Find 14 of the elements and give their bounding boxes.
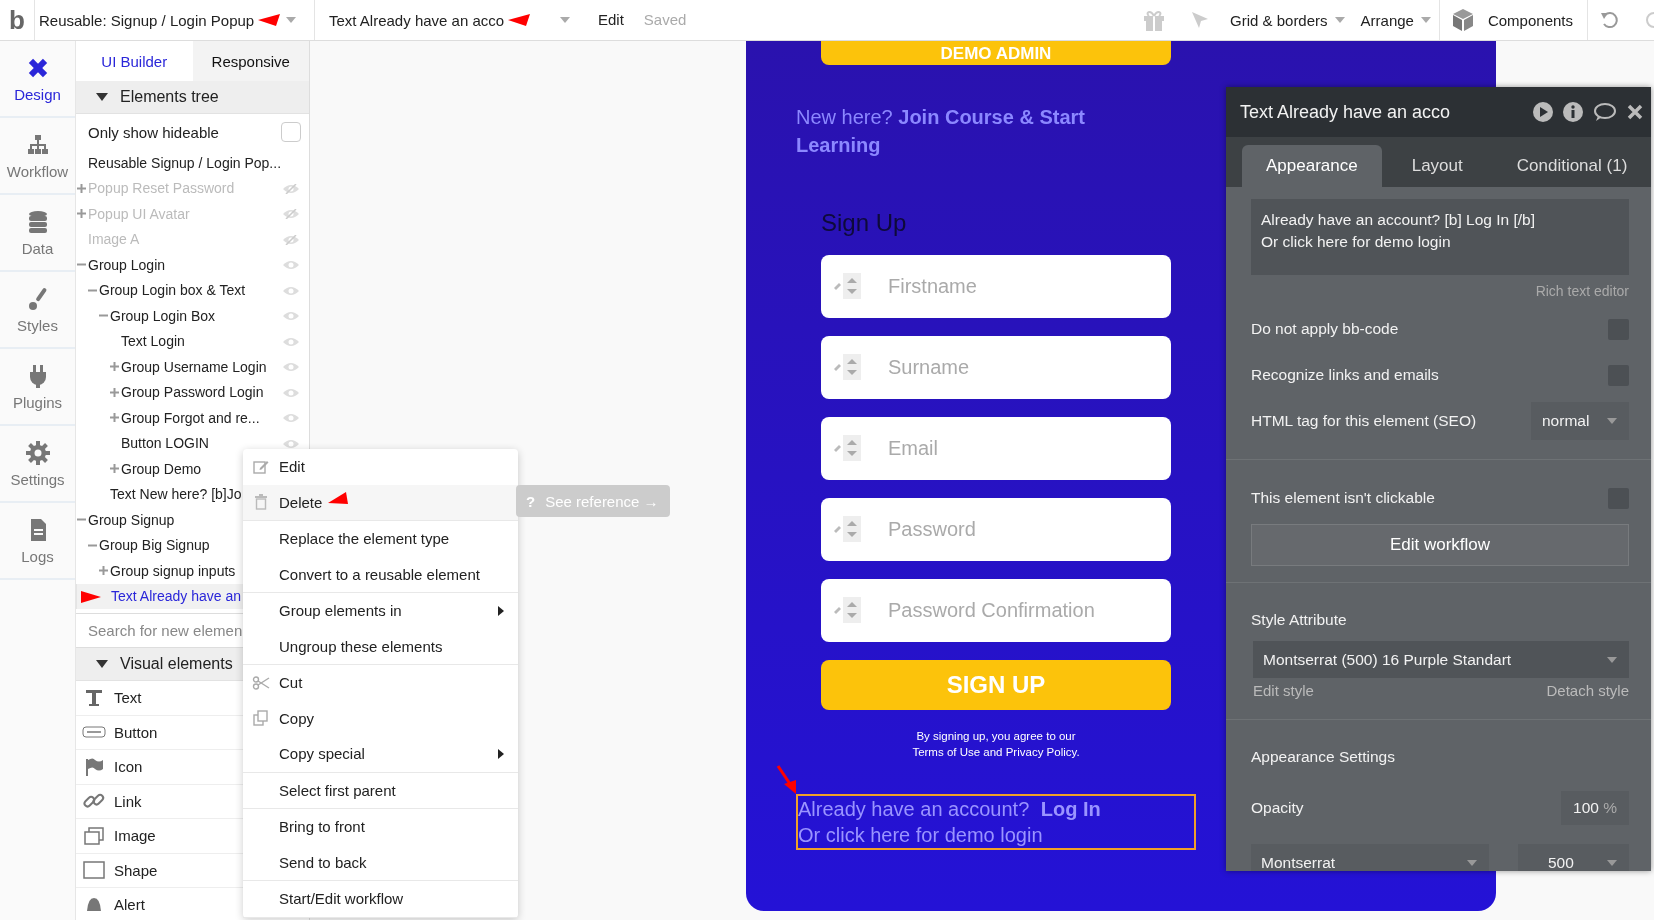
option-label: HTML tag for this element (SEO)	[1251, 412, 1477, 430]
menu-item: Saved	[642, 10, 688, 30]
option-label: Recognize links and emails	[1251, 366, 1439, 384]
property-editor-title: Text Already have an acco	[1240, 101, 1452, 123]
option-label: Do not apply bb-code	[1251, 320, 1399, 338]
section-label: Appearance Settings	[1251, 748, 1396, 766]
option-label: Only show hideable	[88, 123, 219, 141]
option-label: This element isn't clickable	[1251, 489, 1435, 507]
intro-text: New here? Join Course & Start Learning	[796, 105, 1086, 158]
form-heading: Sign Up	[821, 209, 907, 237]
option-label: Opacity	[1251, 799, 1304, 817]
terms-text: Terms of Use and Privacy Policy.	[912, 745, 1080, 760]
section-label: Style Attribute	[1251, 611, 1348, 629]
terms-text: By signing up, you agree to our	[916, 729, 1076, 744]
